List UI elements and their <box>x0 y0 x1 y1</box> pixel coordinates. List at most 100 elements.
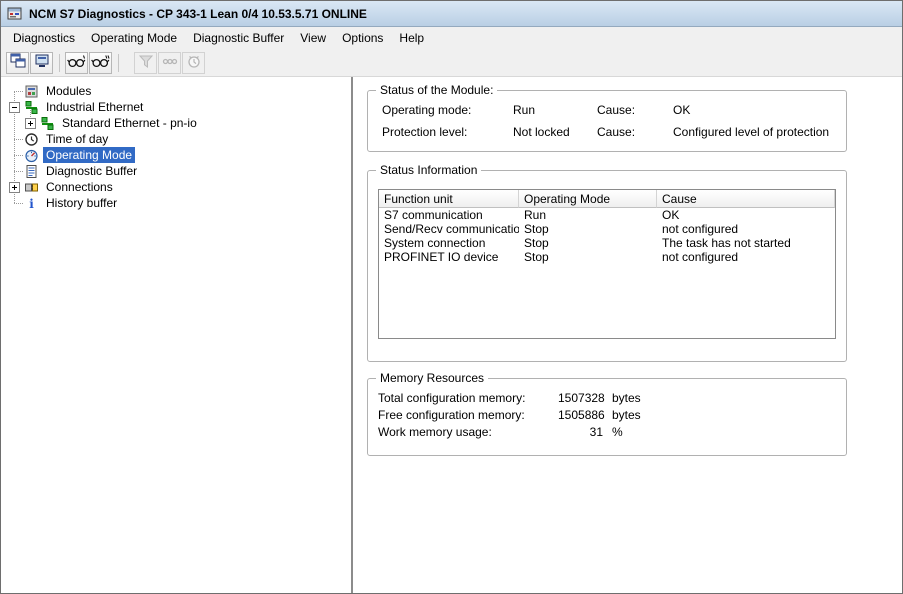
svg-text:i: i <box>29 197 34 211</box>
status-row: Operating mode: Run Cause: OK <box>368 99 846 121</box>
group-title: Status of the Module: <box>376 83 497 97</box>
column-header-function-unit[interactable]: Function unit <box>379 190 519 208</box>
glasses-update-icon <box>67 54 86 72</box>
memory-unit: bytes <box>603 391 846 405</box>
menu-bar: Diagnostics Operating Mode Diagnostic Bu… <box>1 27 902 49</box>
column-header-operating-mode[interactable]: Operating Mode <box>519 190 657 208</box>
table-cell: System connection <box>379 236 519 250</box>
tree-item-label: Industrial Ethernet <box>43 99 146 115</box>
status-module-group: Status of the Module: Operating mode: Ru… <box>367 90 847 152</box>
expand-plus-icon[interactable] <box>25 118 36 129</box>
details-panel: Status of the Module: Operating mode: Ru… <box>353 77 902 593</box>
tree-item-label: Standard Ethernet - pn-io <box>59 115 200 131</box>
group-title: Status Information <box>376 163 481 177</box>
collapse-minus-icon[interactable] <box>9 102 20 113</box>
table-cell: PROFINET IO device <box>379 250 519 264</box>
menu-diagnostics[interactable]: Diagnostics <box>5 28 83 48</box>
tree-item-label: Connections <box>43 179 116 195</box>
field-label: Total configuration memory: <box>378 391 558 405</box>
status-information-group: Status Information Function unit Operati… <box>367 170 847 362</box>
tree-item-history-buffer[interactable]: i History buffer <box>1 195 351 211</box>
table-cell: S7 communication <box>379 208 519 222</box>
tree-connector <box>14 155 23 156</box>
tree-item-diagnostic-buffer[interactable]: Diagnostic Buffer <box>1 163 351 179</box>
toolbar-button-filter <box>134 52 157 74</box>
menu-view[interactable]: View <box>292 28 334 48</box>
memory-value: 31 <box>558 425 603 439</box>
field-label: Protection level: <box>382 125 513 139</box>
tree-item-label: Modules <box>43 83 94 99</box>
table-cell: not configured <box>657 222 835 236</box>
tree-item-label: Time of day <box>43 131 111 147</box>
operating-mode-icon <box>23 148 39 163</box>
table-cell: OK <box>657 208 835 222</box>
industrial-ethernet-icon <box>23 100 39 115</box>
history-buffer-icon: i <box>23 196 39 211</box>
column-header-cause[interactable]: Cause <box>657 190 835 208</box>
group-title: Memory Resources <box>376 371 488 385</box>
field-label: Operating mode: <box>382 103 513 117</box>
memory-row: Total configuration memory: 1507328 byte… <box>368 389 846 406</box>
table-cell: The task has not started <box>657 236 835 250</box>
title-bar[interactable]: NCM S7 Diagnostics - CP 343-1 Lean 0/4 1… <box>1 1 902 27</box>
menu-options[interactable]: Options <box>334 28 391 48</box>
tree-item-standard-ethernet-pn-io[interactable]: Standard Ethernet - pn-io <box>1 115 351 131</box>
field-value: Configured level of protection <box>673 125 846 139</box>
status-table[interactable]: Function unit Operating Mode Cause S7 co… <box>378 189 836 339</box>
tree-connector <box>14 91 23 92</box>
tree-item-industrial-ethernet[interactable]: Industrial Ethernet <box>1 99 351 115</box>
diagnostic-buffer-icon <box>23 164 39 179</box>
table-cell: Stop <box>519 222 657 236</box>
menu-help[interactable]: Help <box>391 28 432 48</box>
toolbar-button-time <box>182 52 205 74</box>
memory-row: Free configuration memory: 1505886 bytes <box>368 406 846 423</box>
field-label: Work memory usage: <box>378 425 558 439</box>
tree-item-time-of-day[interactable]: Time of day <box>1 131 351 147</box>
menu-diagnostic-buffer[interactable]: Diagnostic Buffer <box>185 28 292 48</box>
table-cell: Stop <box>519 250 657 264</box>
table-cell: Send/Recv communication <box>379 222 519 236</box>
tree-item-modules[interactable]: Modules <box>1 83 351 99</box>
menu-operating-mode[interactable]: Operating Mode <box>83 28 185 48</box>
toolbar-button-monitor[interactable] <box>30 52 53 74</box>
expand-plus-icon[interactable] <box>9 182 20 193</box>
tree-connector <box>14 171 23 172</box>
tree-connector <box>14 203 23 204</box>
table-row[interactable]: S7 communication Run OK <box>379 208 835 222</box>
ethernet-node-icon <box>39 116 55 131</box>
status-row: Protection level: Not locked Cause: Conf… <box>368 121 846 143</box>
connections-icon <box>23 180 39 195</box>
field-label: Cause: <box>597 103 673 117</box>
monitor-icon <box>34 53 50 72</box>
app-icon <box>7 6 23 22</box>
trigger-dots-icon <box>162 54 178 72</box>
diagnostics-tree: Modules Industrial Ethernet <box>1 77 351 593</box>
toolbar-separator <box>59 54 60 72</box>
memory-value: 1507328 <box>558 391 603 405</box>
table-cell: Stop <box>519 236 657 250</box>
field-value: Not locked <box>513 125 597 139</box>
table-row[interactable]: PROFINET IO device Stop not configured <box>379 250 835 264</box>
table-row[interactable]: Send/Recv communication Stop not configu… <box>379 222 835 236</box>
field-value: OK <box>673 103 846 117</box>
toolbar-button-update[interactable] <box>65 52 88 74</box>
tree-item-label: Diagnostic Buffer <box>43 163 140 179</box>
field-label: Free configuration memory: <box>378 408 558 422</box>
memory-value: 1505886 <box>558 408 603 422</box>
toolbar-button-trigger <box>158 52 181 74</box>
toolbar <box>1 49 902 77</box>
tree-connector <box>14 139 23 140</box>
memory-unit: bytes <box>603 408 846 422</box>
tree-item-connections[interactable]: Connections <box>1 179 351 195</box>
tree-item-operating-mode[interactable]: Operating Mode <box>1 147 351 163</box>
toolbar-separator <box>118 54 119 72</box>
toolbar-button-cyclic-update[interactable] <box>89 52 112 74</box>
memory-row: Work memory usage: 31 % <box>368 423 846 440</box>
toolbar-button-modules[interactable] <box>6 52 29 74</box>
table-cell: Run <box>519 208 657 222</box>
table-cell: not configured <box>657 250 835 264</box>
modules-icon <box>23 84 39 99</box>
table-row[interactable]: System connection Stop The task has not … <box>379 236 835 250</box>
tree-item-label: History buffer <box>43 195 120 211</box>
main-content: Modules Industrial Ethernet <box>1 77 902 593</box>
